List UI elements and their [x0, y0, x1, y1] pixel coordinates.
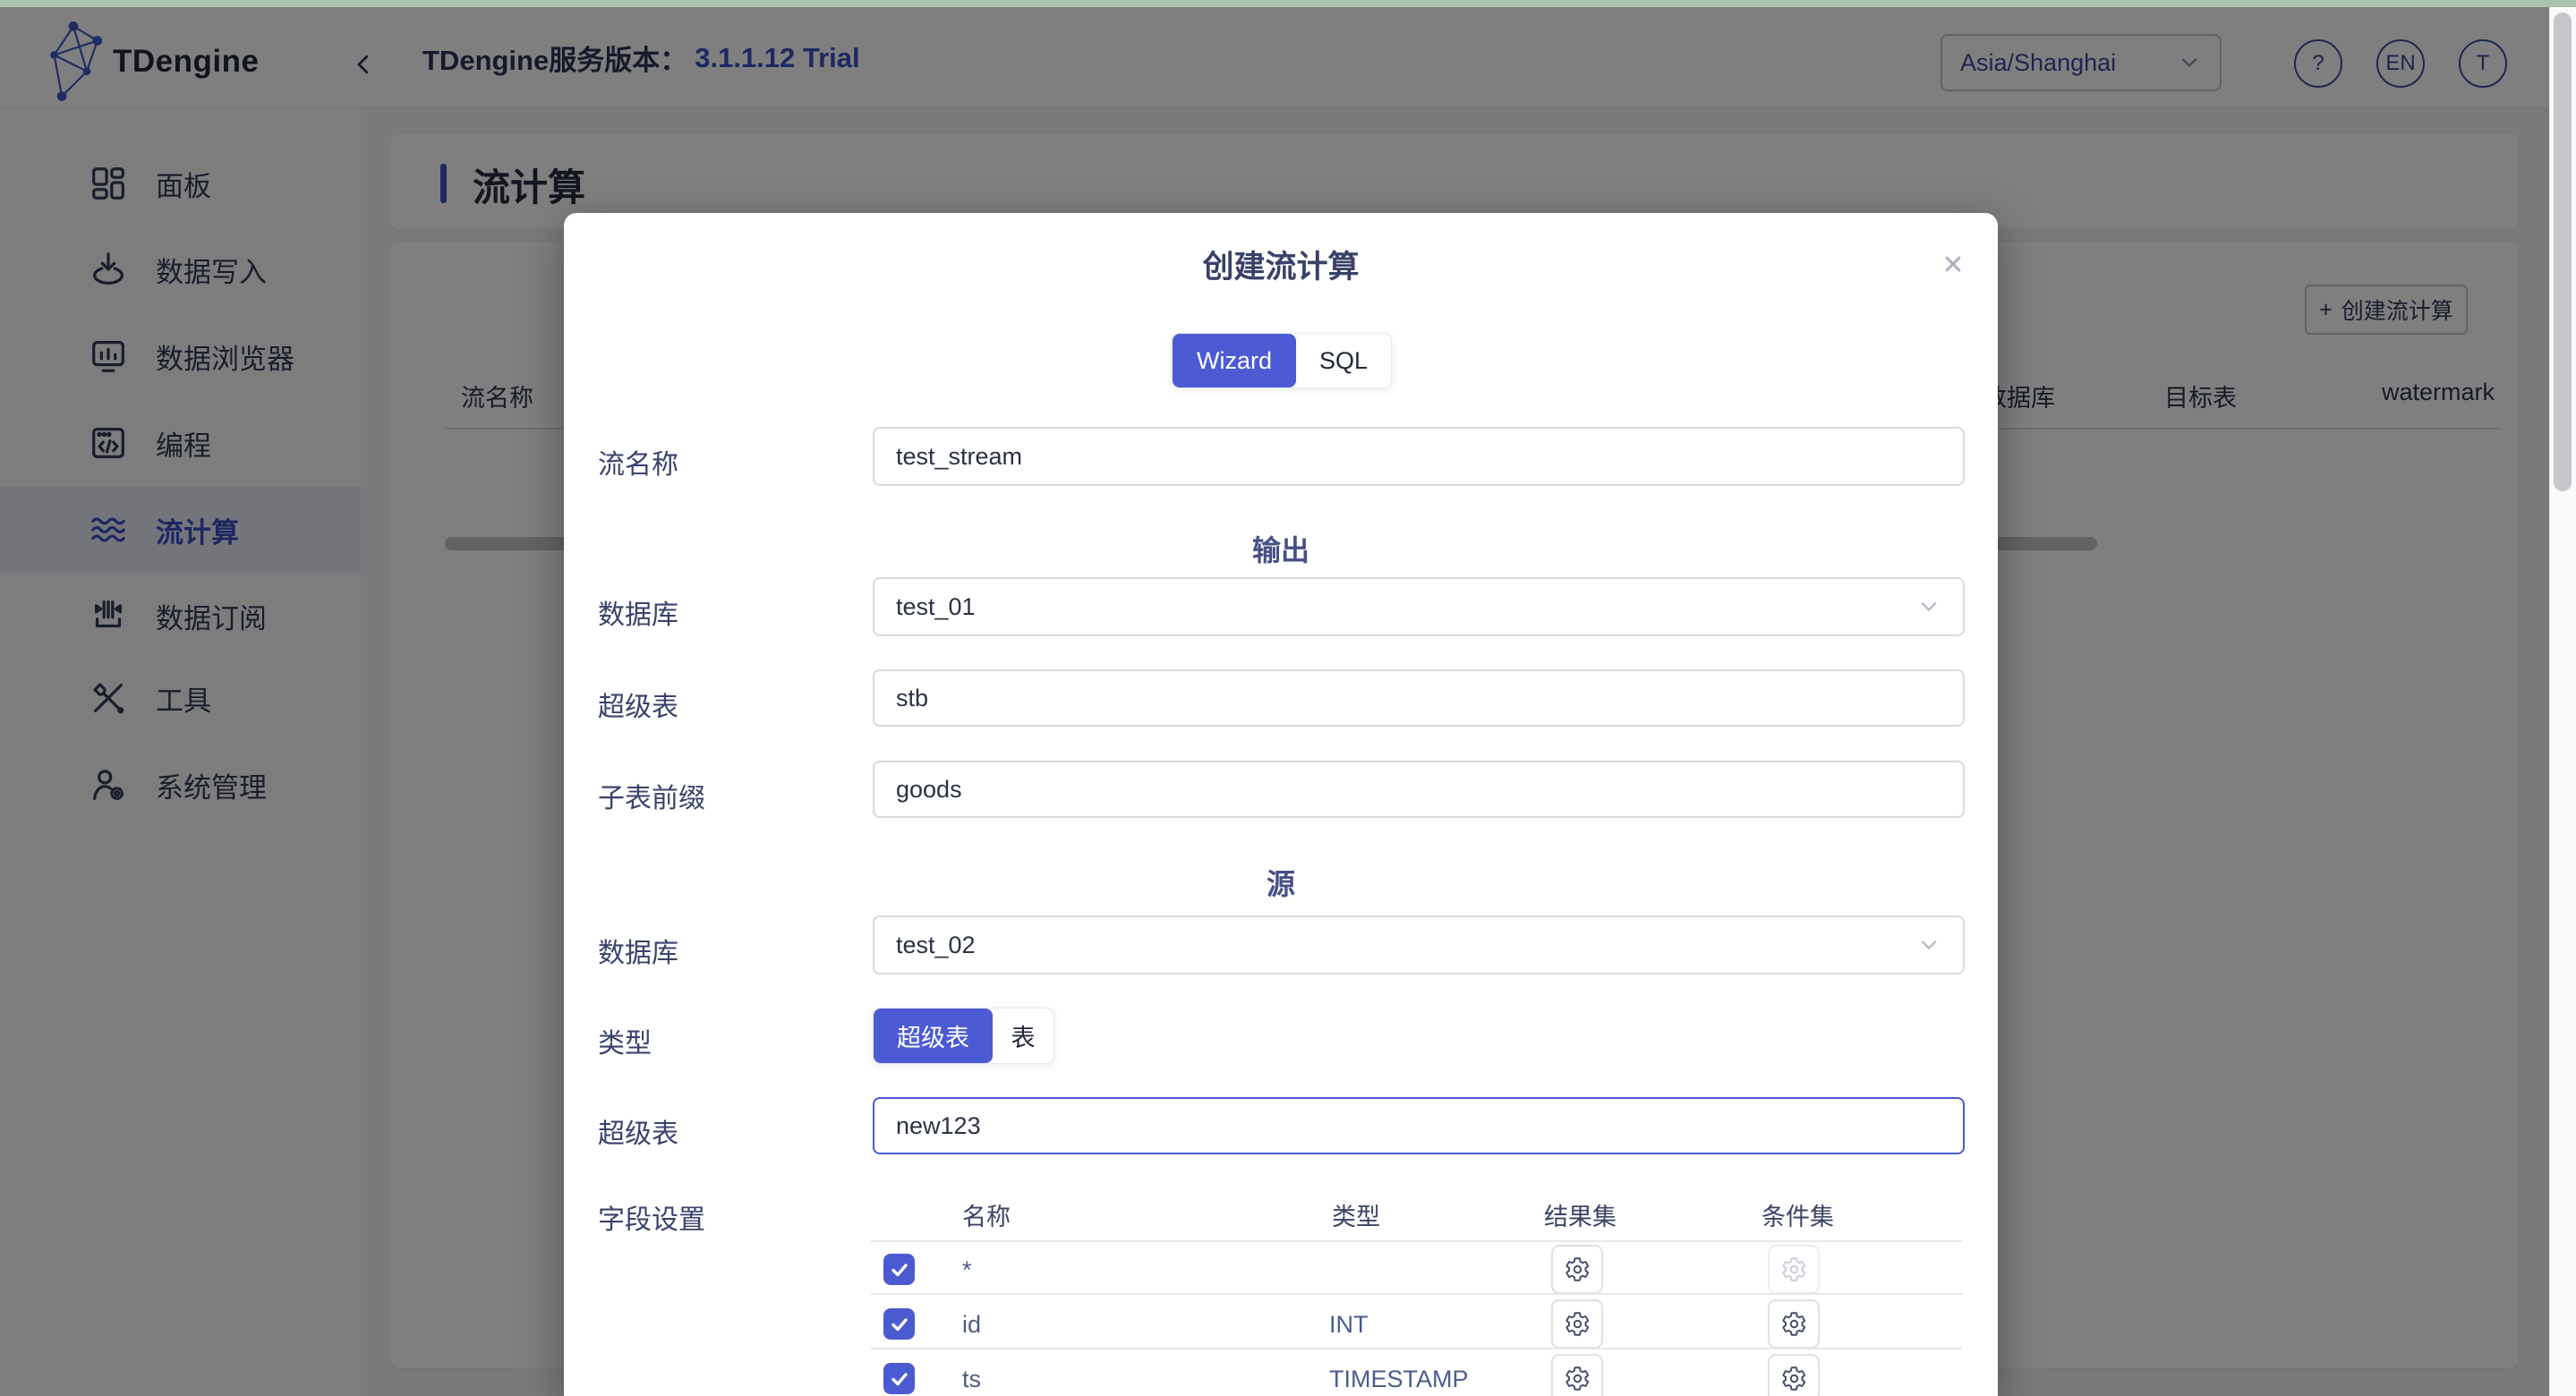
field-settings-label: 字段设置 — [598, 1197, 705, 1237]
field-row-checkbox[interactable] — [883, 1308, 915, 1340]
condition-set-gear-button[interactable] — [1768, 1354, 1820, 1396]
field-col-result-set: 结果集 — [1544, 1197, 1616, 1232]
output-stable-input[interactable]: stb — [873, 669, 1965, 727]
chevron-down-icon — [1916, 932, 1941, 958]
field-name: * — [962, 1256, 972, 1284]
close-icon: ✕ — [1941, 250, 1964, 281]
subtable-prefix-value: goods — [896, 776, 962, 804]
tdengine-app: TDengine TDengine服务版本： 3.1.1.12 Trial As… — [0, 0, 2576, 1396]
output-stable-label: 超级表 — [598, 685, 678, 724]
gear-icon — [1781, 1311, 1807, 1337]
check-icon — [889, 1259, 910, 1281]
source-database-select[interactable]: test_02 — [873, 915, 1965, 975]
gear-icon — [1565, 1256, 1591, 1282]
check-icon — [889, 1314, 910, 1335]
tab-sql[interactable]: SQL — [1296, 334, 1391, 387]
check-icon — [889, 1368, 910, 1390]
source-stable-label: 超级表 — [598, 1111, 678, 1151]
field-type: TIMESTAMP — [1329, 1366, 1469, 1393]
output-section-heading: 输出 — [564, 528, 1998, 569]
source-section-heading: 源 — [564, 862, 1998, 903]
condition-set-gear-button — [1768, 1245, 1820, 1294]
condition-set-gear-button[interactable] — [1768, 1299, 1820, 1349]
type-option-stable[interactable]: 超级表 — [874, 1009, 993, 1063]
modal-title: 创建流计算 — [564, 242, 1998, 287]
output-database-select[interactable]: test_01 — [873, 577, 1965, 636]
field-row-checkbox[interactable] — [883, 1363, 915, 1394]
vertical-scrollbar-thumb[interactable] — [2554, 13, 2572, 491]
source-stable-value: new123 — [896, 1112, 981, 1140]
source-database-label: 数据库 — [598, 931, 678, 970]
page-vertical-scrollbar[interactable] — [2549, 7, 2576, 1396]
type-option-table[interactable]: 表 — [993, 1009, 1053, 1063]
gear-icon — [1565, 1366, 1591, 1392]
stream-name-value: test_stream — [896, 443, 1022, 471]
result-set-gear-button[interactable] — [1551, 1354, 1603, 1396]
output-database-label: 数据库 — [598, 592, 678, 632]
field-row-divider — [871, 1293, 1962, 1295]
field-row-checkbox[interactable] — [883, 1254, 915, 1285]
gear-icon — [1565, 1311, 1591, 1337]
output-stable-value: stb — [896, 685, 928, 712]
modal-close-button[interactable]: ✕ — [1933, 245, 1973, 285]
field-table-divider — [871, 1240, 1962, 1242]
browser-top-strip — [0, 0, 2576, 7]
result-set-gear-button[interactable] — [1551, 1245, 1603, 1294]
field-col-condition-set: 条件集 — [1761, 1197, 1834, 1232]
source-stable-input[interactable]: new123 — [873, 1097, 1965, 1154]
stream-name-input[interactable]: test_stream — [873, 427, 1965, 486]
field-col-name: 名称 — [962, 1197, 1011, 1232]
stream-name-label: 流名称 — [598, 442, 678, 481]
subtable-prefix-input[interactable]: goods — [873, 761, 1965, 818]
subtable-prefix-label: 子表前缀 — [598, 776, 705, 815]
create-stream-modal: 创建流计算 ✕ Wizard SQL 流名称 test_stream 输出 数据… — [564, 213, 1998, 1396]
tab-wizard[interactable]: Wizard — [1173, 334, 1296, 387]
chevron-down-icon — [1916, 594, 1941, 619]
field-col-type: 类型 — [1332, 1197, 1380, 1232]
mode-tabs: Wizard SQL — [1172, 333, 1392, 388]
field-row-divider — [871, 1348, 1962, 1349]
source-database-value: test_02 — [896, 932, 976, 959]
gear-icon — [1781, 1256, 1807, 1282]
result-set-gear-button[interactable] — [1551, 1299, 1603, 1349]
source-type-label: 类型 — [598, 1021, 652, 1060]
output-database-value: test_01 — [896, 593, 976, 621]
field-name: ts — [962, 1366, 981, 1393]
gear-icon — [1781, 1366, 1807, 1392]
source-type-toggle: 超级表 表 — [873, 1008, 1054, 1064]
field-type: INT — [1329, 1311, 1369, 1339]
field-name: id — [962, 1311, 981, 1339]
